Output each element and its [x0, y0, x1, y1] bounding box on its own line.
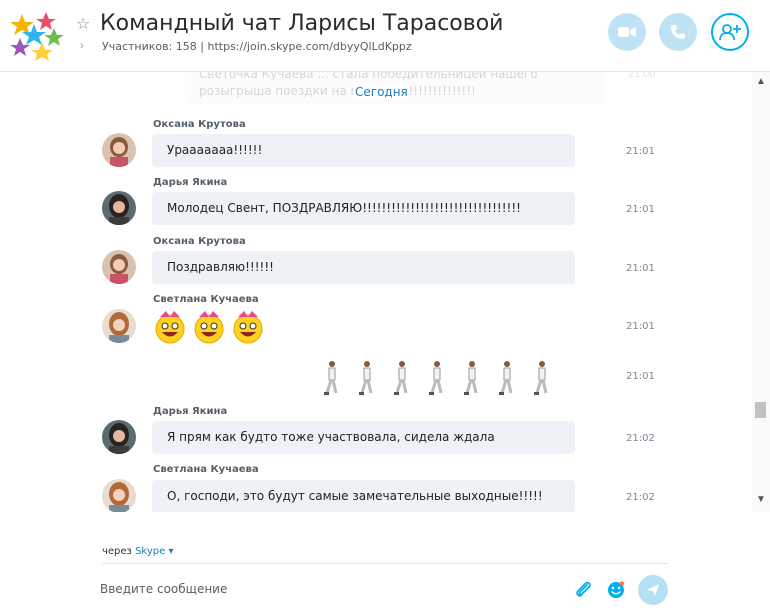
phone-icon — [671, 25, 685, 39]
message-time: 21:01 — [626, 321, 655, 332]
dropdown-arrow-icon[interactable]: ▾ — [168, 546, 173, 557]
scroll-up-arrow-icon[interactable]: ▲ — [756, 76, 766, 87]
message-bubble[interactable]: Урааааааа!!!!!! — [152, 134, 575, 167]
add-person-icon — [719, 24, 741, 41]
sender-name[interactable]: Оксана Крутова — [153, 119, 246, 130]
sender-name[interactable]: Светлана Кучаева — [153, 294, 259, 305]
send-via-selector[interactable]: через Skype ▾ — [102, 546, 174, 557]
message-time: 21:01 — [626, 263, 655, 274]
previous-message-time: 21:00 — [628, 72, 656, 80]
chevron-right-icon[interactable]: › — [80, 40, 84, 52]
composer-divider — [102, 563, 668, 564]
party-emoticon-icon[interactable] — [191, 309, 227, 345]
scroll-down-arrow-icon[interactable]: ▼ — [756, 494, 766, 505]
emoticon-row[interactable] — [323, 360, 549, 396]
sender-avatar[interactable] — [102, 250, 136, 284]
party-emoticon-icon[interactable] — [152, 309, 188, 345]
sender-name[interactable]: Дарья Якина — [153, 177, 227, 188]
sender-name[interactable]: Оксана Крутова — [153, 236, 246, 247]
message-input[interactable] — [100, 577, 560, 601]
message-list[interactable]: Светочка Кучаева ... стала победительниц… — [0, 72, 752, 512]
message-time: 21:02 — [626, 492, 655, 503]
message-bubble[interactable]: Молодец Свент, ПОЗДРАВЛЯЮ!!!!!!!!!!!!!!!… — [152, 192, 575, 225]
sender-name[interactable]: Светлана Кучаева — [153, 464, 259, 475]
video-call-button[interactable] — [608, 13, 646, 51]
chat-header: ☆ Командный чат Ларисы Тарасовой › Участ… — [0, 0, 770, 72]
sender-avatar[interactable] — [102, 309, 136, 343]
send-arrow-icon — [647, 584, 659, 596]
walking-person-emoticon-icon[interactable] — [428, 360, 444, 396]
walking-person-emoticon-icon[interactable] — [498, 360, 514, 396]
date-divider: Сегодня — [353, 85, 410, 99]
via-service-link[interactable]: Skype — [135, 546, 165, 557]
message-bubble[interactable]: Я прям как будто тоже участвовала, сидел… — [152, 421, 575, 454]
scroll-thumb[interactable] — [755, 402, 766, 418]
group-avatar[interactable] — [8, 8, 68, 64]
message-bubble[interactable]: О, господи, это будут самые замечательны… — [152, 480, 575, 512]
walking-person-emoticon-icon[interactable] — [463, 360, 479, 396]
chat-scrollbar[interactable]: ▲ ▼ — [752, 72, 770, 512]
sender-avatar[interactable] — [102, 420, 136, 454]
chat-subtitle[interactable]: Участников: 158 | https://join.skype.com… — [102, 40, 412, 53]
video-camera-icon — [618, 27, 636, 37]
message-time: 21:01 — [626, 371, 655, 382]
party-emoticon-icon[interactable] — [230, 309, 266, 345]
walking-person-emoticon-icon[interactable] — [358, 360, 374, 396]
chat-title[interactable]: Командный чат Ларисы Тарасовой — [100, 11, 503, 36]
message-bubble[interactable]: Поздравляю!!!!!! — [152, 251, 575, 284]
via-label: через — [102, 546, 132, 557]
message-time: 21:02 — [626, 433, 655, 444]
emoticon-row[interactable] — [152, 309, 266, 345]
sender-avatar[interactable] — [102, 191, 136, 225]
walking-person-emoticon-icon[interactable] — [323, 360, 339, 396]
smiley-icon — [608, 581, 625, 598]
paperclip-icon — [576, 581, 591, 597]
walking-person-emoticon-icon[interactable] — [533, 360, 549, 396]
audio-call-button[interactable] — [659, 13, 697, 51]
sender-name[interactable]: Дарья Якина — [153, 406, 227, 417]
emoticon-picker-button[interactable] — [604, 578, 628, 602]
send-button[interactable] — [638, 575, 668, 605]
message-time: 21:01 — [626, 204, 655, 215]
attach-file-button[interactable] — [572, 578, 596, 602]
sender-avatar[interactable] — [102, 479, 136, 512]
message-time: 21:01 — [626, 146, 655, 157]
sender-avatar[interactable] — [102, 133, 136, 167]
add-participant-button[interactable] — [711, 13, 749, 51]
favorite-star-icon[interactable]: ☆ — [76, 14, 90, 34]
walking-person-emoticon-icon[interactable] — [393, 360, 409, 396]
